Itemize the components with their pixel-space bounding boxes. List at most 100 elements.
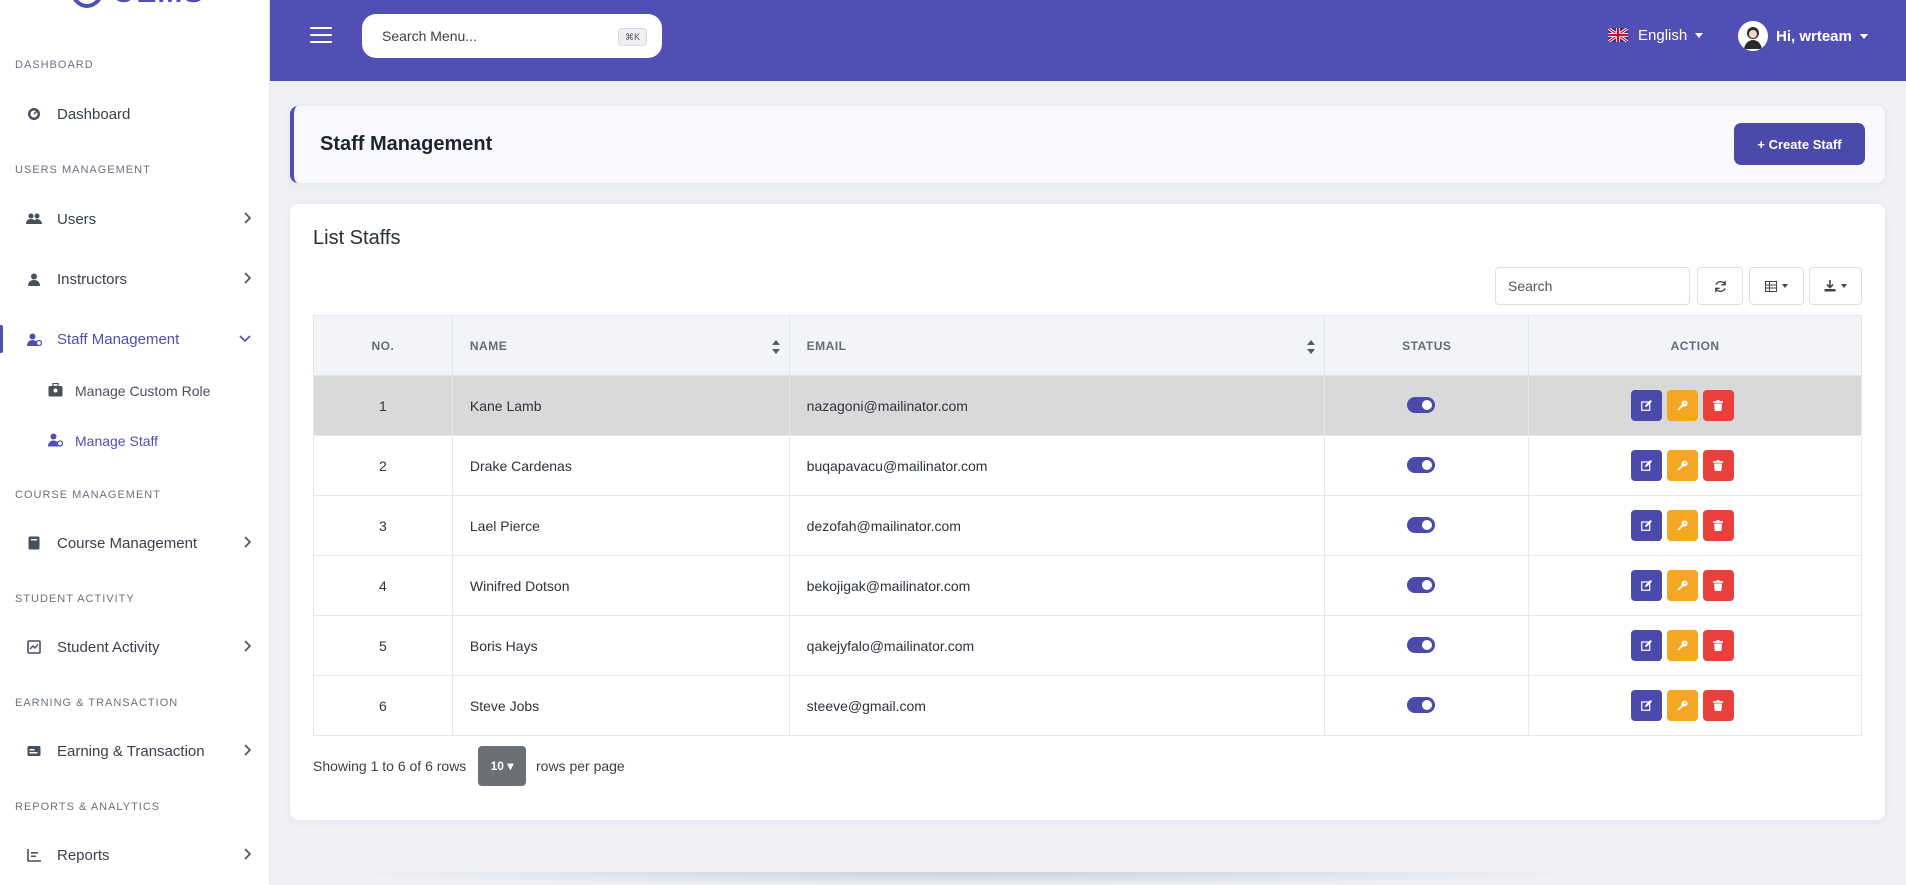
status-toggle[interactable] [1406, 696, 1435, 713]
edit-icon [1640, 640, 1652, 651]
column-header-status: STATUS [1324, 315, 1530, 376]
cell-status [1324, 495, 1530, 556]
caret-down-icon: ▾ [507, 759, 514, 773]
language-dropdown[interactable]: English [1608, 24, 1704, 46]
status-toggle[interactable] [1406, 396, 1435, 413]
sidebar-item-reports[interactable]: Reports [0, 835, 269, 875]
search-menu-box[interactable]: ⌘K [362, 14, 662, 58]
cell-action [1528, 435, 1862, 496]
delete-button[interactable] [1702, 690, 1734, 721]
column-header-name[interactable]: NAME [451, 315, 790, 376]
cell-no: 6 [313, 675, 453, 736]
key-icon [1676, 400, 1688, 411]
change-password-button[interactable] [1666, 450, 1698, 481]
column-header-email[interactable]: EMAIL [788, 315, 1326, 376]
edit-icon [1640, 400, 1652, 411]
logo-text: OEMS [112, 0, 204, 10]
cell-name: Lael Pierce [451, 495, 790, 556]
trash-icon [1713, 460, 1724, 471]
key-icon [1676, 700, 1688, 711]
sidebar-item-dashboard[interactable]: Dashboard [0, 94, 269, 134]
section-title-course-management: COURSE MANAGEMENT [15, 489, 161, 501]
status-toggle[interactable] [1406, 456, 1435, 473]
delete-button[interactable] [1702, 510, 1734, 541]
columns-button[interactable] [1749, 267, 1804, 305]
create-staff-button[interactable]: + Create Staff [1734, 123, 1865, 165]
cell-status [1324, 435, 1530, 496]
status-toggle[interactable] [1406, 516, 1435, 533]
instructor-icon [26, 271, 42, 287]
shortcut-hint: ⌘K [617, 28, 647, 46]
sidebar-item-staff-management[interactable]: Staff Management [0, 319, 269, 359]
rows-per-page-dropdown[interactable]: 10 ▾ [478, 746, 526, 786]
edit-button[interactable] [1630, 690, 1662, 721]
delete-button[interactable] [1702, 450, 1734, 481]
column-header-label: NAME [469, 338, 508, 353]
change-password-button[interactable] [1666, 390, 1698, 421]
sidebar-item-instructors[interactable]: Instructors [0, 259, 269, 299]
change-password-button[interactable] [1666, 510, 1698, 541]
change-password-button[interactable] [1666, 690, 1698, 721]
users-icon [26, 211, 42, 227]
sidebar-item-label: Users [57, 210, 97, 228]
sidebar-item-earning-transaction[interactable]: Earning & Transaction [0, 731, 269, 771]
edit-icon [1640, 520, 1652, 531]
sidebar-item-course-management[interactable]: Course Management [0, 523, 269, 563]
sort-icon[interactable] [771, 340, 780, 354]
caret-down-icon [1859, 33, 1868, 39]
cell-email: steeve@gmail.com [788, 675, 1326, 736]
change-password-button[interactable] [1666, 570, 1698, 601]
sidebar-item-manage-staff[interactable]: Manage Staff [0, 424, 269, 458]
change-password-button[interactable] [1666, 630, 1698, 661]
edit-button[interactable] [1630, 510, 1662, 541]
edit-button[interactable] [1630, 630, 1662, 661]
sidebar-item-users[interactable]: Users [0, 199, 269, 239]
sidebar-item-label: Course Management [57, 534, 198, 552]
edit-icon [1640, 460, 1652, 471]
book-icon [26, 535, 42, 551]
table-search-input[interactable] [1495, 267, 1690, 305]
sidebar-item-label: Manage Staff [75, 433, 159, 449]
edit-button[interactable] [1630, 570, 1662, 601]
trash-icon [1713, 700, 1724, 711]
cell-action [1528, 495, 1862, 556]
trash-icon [1713, 520, 1724, 531]
delete-button[interactable] [1702, 630, 1734, 661]
chart-icon [26, 847, 42, 863]
app-logo[interactable]: OEMS [62, 0, 212, 10]
delete-button[interactable] [1702, 570, 1734, 601]
column-header-action: ACTION [1528, 315, 1862, 376]
edit-button[interactable] [1630, 450, 1662, 481]
caret-down-icon [1782, 284, 1788, 288]
edit-button[interactable] [1630, 390, 1662, 421]
status-toggle[interactable] [1406, 576, 1435, 593]
sidebar-item-student-activity[interactable]: Student Activity [0, 627, 269, 667]
sort-icon[interactable] [1307, 340, 1316, 354]
sidebar: OEMS DASHBOARD Dashboard USERS MANAGEMEN… [0, 0, 270, 885]
table-row: 4 Winifred Dotson bekojigak@mailinator.com [313, 555, 1862, 616]
cell-action [1528, 615, 1862, 676]
cell-status [1324, 615, 1530, 676]
pagination-info: Showing 1 to 6 of 6 rows [313, 758, 467, 774]
dashboard-icon [26, 106, 42, 122]
cell-name: Winifred Dotson [451, 555, 790, 616]
cell-action [1528, 555, 1862, 616]
topbar: ⌘K English Hi, wrteam [270, 0, 1906, 81]
cell-status [1324, 555, 1530, 616]
cell-name: Kane Lamb [451, 375, 790, 436]
manage-staff-icon [48, 433, 64, 449]
user-menu[interactable]: Hi, wrteam [1738, 20, 1868, 52]
cell-no: 4 [313, 555, 453, 616]
export-button[interactable] [1809, 267, 1862, 305]
sidebar-item-manage-custom-role[interactable]: Manage Custom Role [0, 374, 269, 408]
table-columns-icon [1765, 280, 1777, 292]
delete-button[interactable] [1702, 390, 1734, 421]
status-toggle[interactable] [1406, 636, 1435, 653]
menu-toggle-icon[interactable] [310, 27, 332, 45]
caret-down-icon [1695, 32, 1704, 38]
key-icon [1676, 580, 1688, 591]
refresh-button[interactable] [1697, 267, 1743, 305]
page-header: Staff Management + Create Staff [290, 106, 1885, 183]
table-row: 2 Drake Cardenas buqapavacu@mailinator.com [313, 435, 1862, 496]
search-menu-input[interactable] [382, 26, 602, 46]
